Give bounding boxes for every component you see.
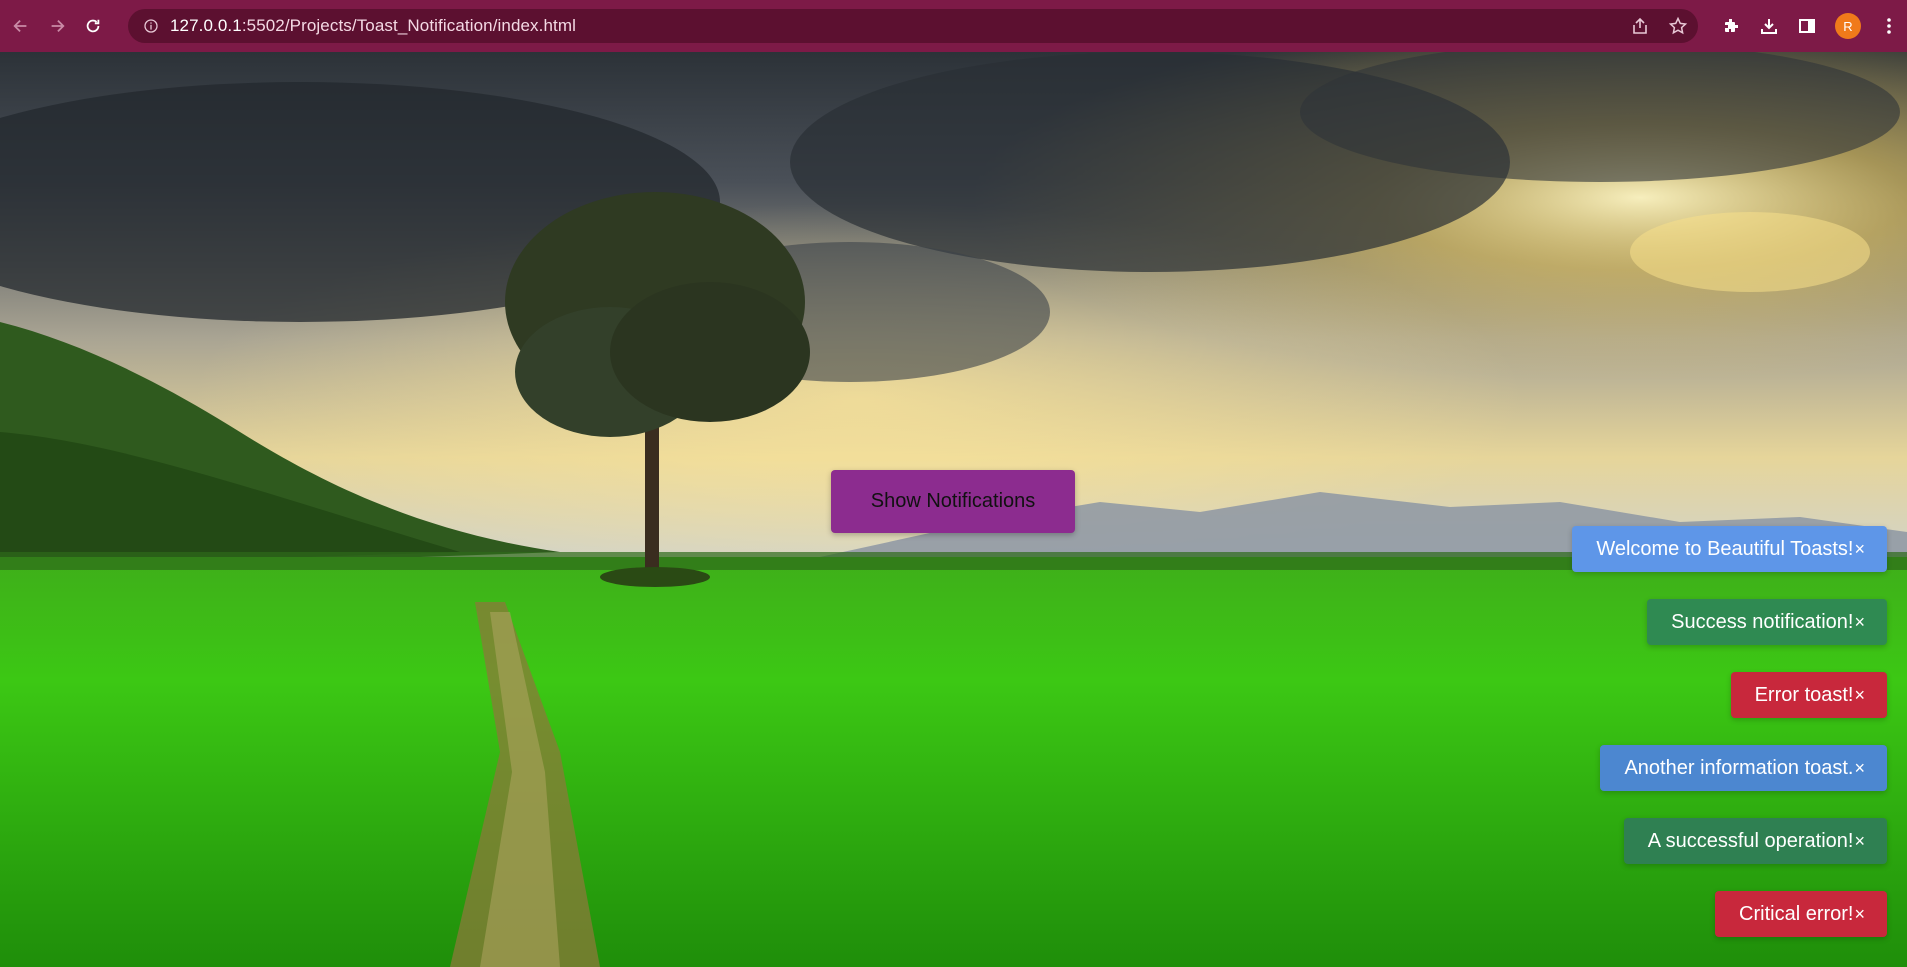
forward-button[interactable]: [42, 11, 72, 41]
extensions-icon[interactable]: [1721, 16, 1741, 36]
toast-success[interactable]: Success notification! ×: [1647, 599, 1887, 645]
back-button[interactable]: [6, 11, 36, 41]
toast-close-button[interactable]: ×: [1854, 539, 1865, 560]
reload-button[interactable]: [78, 11, 108, 41]
toast-text: A successful operation!: [1647, 829, 1854, 852]
sidepanel-icon[interactable]: [1797, 16, 1817, 36]
page-viewport: Show Notifications Welcome to Beautiful …: [0, 52, 1907, 967]
forward-icon: [51, 19, 65, 33]
url-host: 127.0.0.1: [170, 16, 242, 35]
toast-text: Critical error!: [1739, 902, 1854, 925]
star-icon[interactable]: [1668, 16, 1688, 36]
toast-error[interactable]: Error toast! ×: [1730, 672, 1887, 718]
toast-close-button[interactable]: ×: [1854, 758, 1865, 779]
download-icon[interactable]: [1759, 16, 1779, 36]
toast-text: Welcome to Beautiful Toasts!: [1596, 537, 1854, 560]
toast-close-button[interactable]: ×: [1854, 612, 1865, 633]
toast-close-button[interactable]: ×: [1854, 831, 1865, 852]
toast-text: Error toast!: [1754, 683, 1854, 706]
menu-icon[interactable]: [1879, 16, 1899, 36]
toast-text: Another information toast.: [1624, 756, 1854, 779]
share-icon[interactable]: [1630, 16, 1650, 36]
address-bar[interactable]: 127.0.0.1:5502/Projects/Toast_Notificati…: [128, 9, 1698, 43]
toast-info[interactable]: Welcome to Beautiful Toasts! ×: [1572, 526, 1887, 572]
toast-text: Success notification!: [1671, 610, 1854, 633]
toast-close-button[interactable]: ×: [1854, 904, 1865, 925]
toast-close-button[interactable]: ×: [1854, 685, 1865, 706]
reload-icon: [86, 19, 100, 33]
profile-avatar[interactable]: R: [1835, 13, 1861, 39]
show-notifications-button[interactable]: Show Notifications: [831, 470, 1075, 533]
url-text: 127.0.0.1:5502/Projects/Toast_Notificati…: [170, 16, 576, 36]
back-icon: [13, 19, 27, 33]
browser-toolbar: 127.0.0.1:5502/Projects/Toast_Notificati…: [0, 0, 1907, 52]
toast-success[interactable]: A successful operation! ×: [1623, 818, 1887, 864]
site-info-button[interactable]: [142, 17, 160, 35]
url-path: :5502/Projects/Toast_Notification/index.…: [241, 16, 576, 35]
toast-error[interactable]: Critical error! ×: [1715, 891, 1887, 937]
toast-info[interactable]: Another information toast. ×: [1600, 745, 1887, 791]
info-icon: [144, 19, 158, 33]
